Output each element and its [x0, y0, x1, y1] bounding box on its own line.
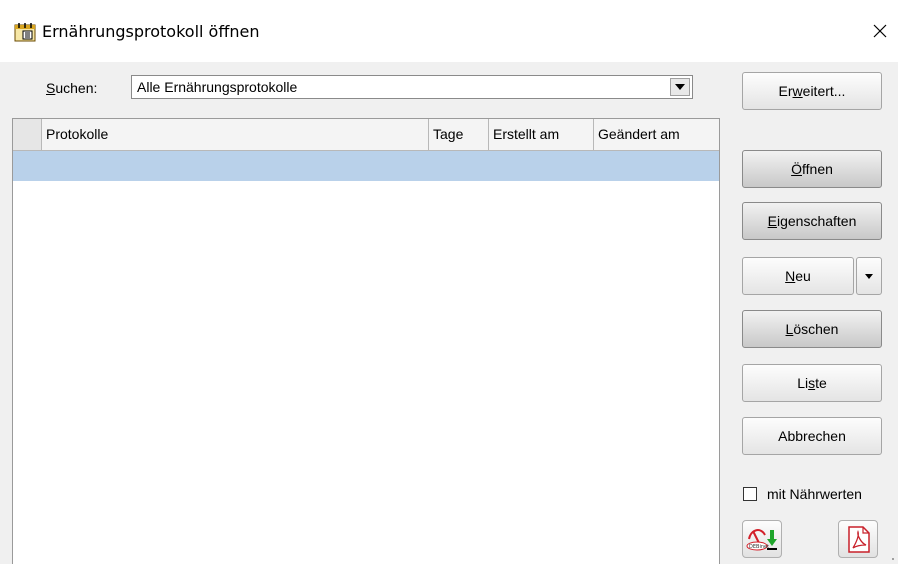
dialog-body: Suchen: Alle Ernährungsprotokolle Protok…	[0, 62, 898, 564]
pdf-export-button[interactable]	[838, 520, 878, 558]
column-header-tage[interactable]: Tage	[429, 119, 489, 150]
delete-button-label: Löschen	[785, 321, 839, 337]
nutrients-option[interactable]: mit Nährwerten	[743, 484, 862, 504]
resize-grip-icon[interactable]	[888, 554, 894, 560]
nutrients-checkbox-label: mit Nährwerten	[767, 486, 862, 502]
table-header: Protokolle Tage Erstellt am Geändert am	[13, 119, 719, 151]
search-dropdown[interactable]: Alle Ernährungsprotokolle	[131, 75, 693, 99]
list-button-label: Liste	[797, 375, 827, 391]
list-button[interactable]: Liste	[742, 364, 882, 402]
search-dropdown-value: Alle Ernährungsprotokolle	[137, 79, 298, 95]
select-all-corner[interactable]	[13, 119, 42, 150]
svg-text:DEBinet: DEBinet	[749, 544, 769, 550]
column-header-protokolle[interactable]: Protokolle	[42, 119, 429, 150]
search-label: Suchen:	[46, 80, 98, 96]
column-header-erstellt[interactable]: Erstellt am	[489, 119, 594, 150]
column-header-geaendert[interactable]: Geändert am	[594, 119, 719, 150]
title-bar: Ernährungsprotokoll öffnen	[0, 0, 898, 62]
nutrients-checkbox[interactable]	[743, 487, 757, 501]
protocol-table[interactable]: Protokolle Tage Erstellt am Geändert am	[12, 118, 720, 564]
calendar-food-icon	[14, 22, 36, 42]
properties-button[interactable]: Eigenschaften	[742, 202, 882, 240]
dge-export-icon: DEBinet	[746, 529, 777, 551]
new-button[interactable]: Neu	[742, 257, 854, 295]
close-button[interactable]	[866, 14, 894, 48]
advanced-button[interactable]: Erweitert...	[742, 72, 882, 110]
cancel-button-label: Abbrechen	[778, 428, 846, 444]
pdf-icon	[848, 526, 870, 553]
dge-export-button[interactable]: DEBinet	[742, 520, 782, 558]
chevron-down-icon	[865, 273, 873, 279]
table-row-selected[interactable]	[13, 151, 719, 181]
open-button-label: Öffnen	[791, 161, 833, 177]
cancel-button[interactable]: Abbrechen	[742, 417, 882, 455]
close-icon	[873, 24, 887, 38]
chevron-down-icon	[675, 84, 685, 90]
new-button-label: Neu	[785, 268, 811, 284]
open-button[interactable]: Öffnen	[742, 150, 882, 188]
window-title: Ernährungsprotokoll öffnen	[42, 22, 260, 41]
new-dropdown-button[interactable]	[856, 257, 882, 295]
delete-button[interactable]: Löschen	[742, 310, 882, 348]
dropdown-arrow-button[interactable]	[670, 78, 690, 96]
advanced-button-label: Erweitert...	[778, 83, 846, 99]
properties-button-label: Eigenschaften	[767, 213, 857, 229]
